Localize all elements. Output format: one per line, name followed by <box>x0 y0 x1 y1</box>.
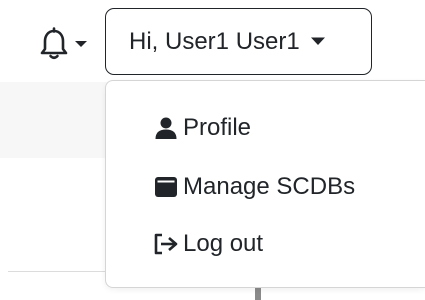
menu-item-profile[interactable]: Profile <box>153 108 251 148</box>
page: Hi, User1 User1 Profile Manage SCDBs Log… <box>0 0 425 300</box>
page-content-fragment <box>255 288 261 300</box>
menu-item-label: Manage SCDBs <box>183 173 356 200</box>
notifications-dropdown-toggle[interactable] <box>36 24 100 64</box>
menu-item-log-out[interactable]: Log out <box>153 224 263 264</box>
database-icon <box>153 174 179 200</box>
logout-icon <box>153 231 179 257</box>
caret-down-icon <box>310 33 326 51</box>
bell-icon <box>36 26 72 62</box>
caret-down-icon <box>74 39 88 49</box>
menu-item-label: Log out <box>183 230 264 257</box>
user-dropdown-menu: Profile Manage SCDBs Log out <box>105 80 425 288</box>
menu-item-manage-scdbs[interactable]: Manage SCDBs <box>153 167 355 207</box>
user-greeting: Hi, User1 User1 <box>129 27 300 55</box>
user-menu-button[interactable]: Hi, User1 User1 <box>105 8 372 75</box>
user-icon <box>153 115 179 141</box>
menu-item-label: Profile <box>183 114 252 141</box>
